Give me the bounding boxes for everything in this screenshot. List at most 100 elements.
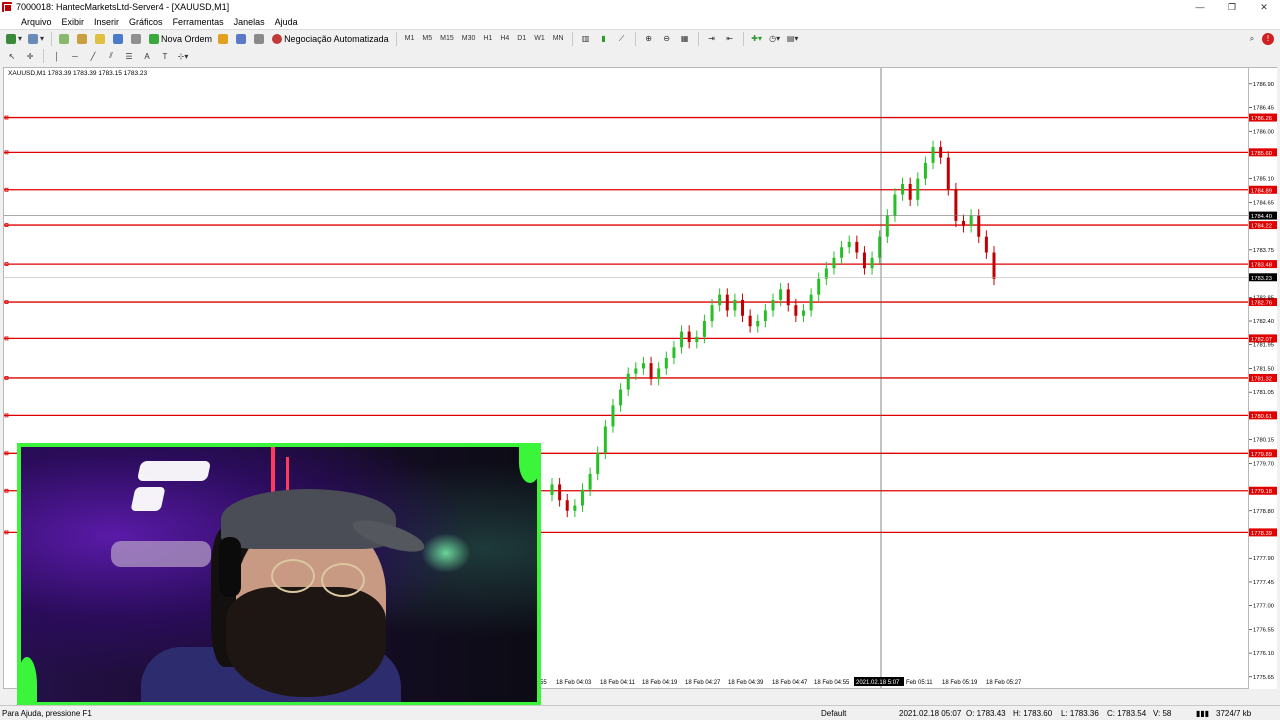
- auto-scroll-icon[interactable]: ⇥: [704, 32, 720, 46]
- new-order-button[interactable]: Nova Ordem: [147, 32, 214, 46]
- menu-arquivo[interactable]: Arquivo: [16, 17, 57, 27]
- label-icon[interactable]: T: [157, 49, 173, 63]
- level-price-text: 1778.39: [1251, 531, 1272, 537]
- candle-body: [611, 405, 615, 427]
- price-axis[interactable]: 1786.26 1785.60 1784.89 1784.22 1783.48 1782.…: [1249, 67, 1277, 689]
- experts-icon[interactable]: [234, 32, 250, 46]
- level-price-label: 1778.39: [1249, 528, 1277, 537]
- price-tick-label: 1777.45: [1253, 580, 1274, 586]
- toolbar-divider: [571, 31, 573, 46]
- navigator-icon[interactable]: [93, 32, 109, 46]
- price-tick-label: 1781.50: [1253, 366, 1274, 372]
- menu-graficos[interactable]: Gráficos: [124, 17, 168, 27]
- line-chart-icon[interactable]: ⟋: [614, 32, 630, 46]
- crosshair-icon[interactable]: ✛: [22, 49, 38, 63]
- time-tick-label: 18 Feb 04:39: [728, 680, 764, 686]
- candle-body: [657, 368, 661, 379]
- timeframe-m30[interactable]: M30: [459, 35, 479, 42]
- periods-icon[interactable]: ◷▾: [767, 32, 783, 46]
- candle-body: [710, 305, 714, 322]
- level-price-label: 1785.60: [1249, 148, 1277, 157]
- data-window-icon[interactable]: [75, 32, 91, 46]
- menu-exibir[interactable]: Exibir: [57, 17, 90, 27]
- streamer-beard: [226, 587, 386, 697]
- channel-icon[interactable]: ⫽: [103, 49, 119, 63]
- metaeditor-icon[interactable]: [216, 32, 232, 46]
- zoom-in-icon[interactable]: ⊕: [641, 32, 657, 46]
- indicators-icon[interactable]: ✚▾: [749, 32, 765, 46]
- candle-body: [855, 241, 859, 253]
- price-tick-label: 1786.90: [1253, 82, 1274, 88]
- menu-ferramentas[interactable]: Ferramentas: [168, 17, 229, 27]
- timeframe-m5[interactable]: M5: [419, 35, 435, 42]
- candle-body: [786, 289, 790, 306]
- candle-body: [626, 373, 630, 390]
- timeframe-m15[interactable]: M15: [437, 35, 457, 42]
- chart-shift-icon[interactable]: ⇤: [722, 32, 738, 46]
- status-traffic: 3724/7 kb: [1216, 709, 1252, 718]
- search-icon[interactable]: ⌕: [1244, 32, 1260, 46]
- new-order-label: Nova Ordem: [161, 33, 213, 44]
- text-icon[interactable]: A: [139, 49, 155, 63]
- status-profile[interactable]: Default: [821, 709, 846, 718]
- candle-body: [733, 299, 737, 311]
- timeframe-h4[interactable]: H4: [497, 35, 512, 42]
- frame-splash: [519, 447, 537, 483]
- level-price-text: 1786.26: [1251, 116, 1272, 122]
- alert-icon[interactable]: !: [1262, 32, 1274, 45]
- candle-body: [862, 252, 866, 269]
- wall-logo: [130, 487, 166, 511]
- maximize-button[interactable]: ❐: [1216, 0, 1248, 14]
- cursor-icon[interactable]: ↖: [4, 49, 20, 63]
- timeframe-m1[interactable]: M1: [402, 35, 418, 42]
- level-price-label: 1783.48: [1249, 260, 1277, 269]
- candle-body: [588, 473, 592, 490]
- current-price-label: 1783.23: [1249, 273, 1277, 282]
- minimize-button[interactable]: —: [1184, 0, 1216, 14]
- timeframe-mn[interactable]: MN: [550, 35, 567, 42]
- toolbar-divider: [43, 49, 44, 63]
- level-price-label: 1786.26: [1249, 113, 1277, 122]
- vertical-line-icon[interactable]: │: [49, 49, 65, 63]
- tester-icon[interactable]: [129, 32, 145, 46]
- trendline-icon[interactable]: ╱: [85, 49, 101, 63]
- crosshair-price-text: 1784.40: [1251, 214, 1272, 220]
- horizontal-line-icon[interactable]: ─: [67, 49, 83, 63]
- new-chart-icon[interactable]: ▾: [4, 32, 24, 46]
- market-watch-icon[interactable]: [57, 32, 73, 46]
- timeframe-d1[interactable]: D1: [514, 35, 529, 42]
- main-toolbar: ▾ ▾ Nova Ordem Negociação Automatizada M…: [0, 29, 1280, 47]
- profiles-icon[interactable]: ▾: [26, 32, 46, 46]
- shapes-icon[interactable]: ⊹▾: [175, 49, 191, 63]
- tile-windows-icon[interactable]: ▦: [677, 32, 693, 46]
- menu-inserir[interactable]: Inserir: [89, 17, 124, 27]
- close-button[interactable]: ✕: [1248, 0, 1280, 14]
- price-tick-label: 1786.00: [1253, 129, 1274, 135]
- bar-chart-icon[interactable]: ▥: [578, 32, 594, 46]
- crosshair-time-label: 2021.02.18 5:07: [854, 677, 904, 686]
- algo-trading-button[interactable]: Negociação Automatizada: [270, 32, 391, 46]
- signals-icon[interactable]: [252, 32, 268, 46]
- menu-janelas[interactable]: Janelas: [229, 17, 270, 27]
- candle-body: [771, 299, 775, 311]
- time-tick-label: 18 Feb 05:19: [942, 680, 978, 686]
- timeframe-h1[interactable]: H1: [480, 35, 495, 42]
- terminal-icon[interactable]: [111, 32, 127, 46]
- candle-body: [946, 157, 950, 190]
- menu-ajuda[interactable]: Ajuda: [270, 17, 303, 27]
- zoom-out-icon[interactable]: ⊖: [659, 32, 675, 46]
- fibonacci-icon[interactable]: ☰: [121, 49, 137, 63]
- level-price-text: 1781.32: [1251, 376, 1272, 382]
- candle-body: [664, 357, 668, 369]
- status-volume: V: 58: [1153, 709, 1172, 718]
- glasses: [271, 559, 315, 593]
- candlestick-icon[interactable]: ▮: [596, 32, 612, 46]
- current-price-text: 1783.23: [1251, 276, 1272, 282]
- timeframe-w1[interactable]: W1: [531, 35, 548, 42]
- status-low: L: 1783.36: [1061, 709, 1099, 718]
- time-tick-label: 18 Feb 05:27: [986, 680, 1022, 686]
- wall-sign: [111, 541, 211, 567]
- level-price-label: 1784.22: [1249, 221, 1277, 230]
- price-tick-label: 1775.65: [1253, 675, 1274, 681]
- templates-icon[interactable]: ▤▾: [785, 32, 801, 46]
